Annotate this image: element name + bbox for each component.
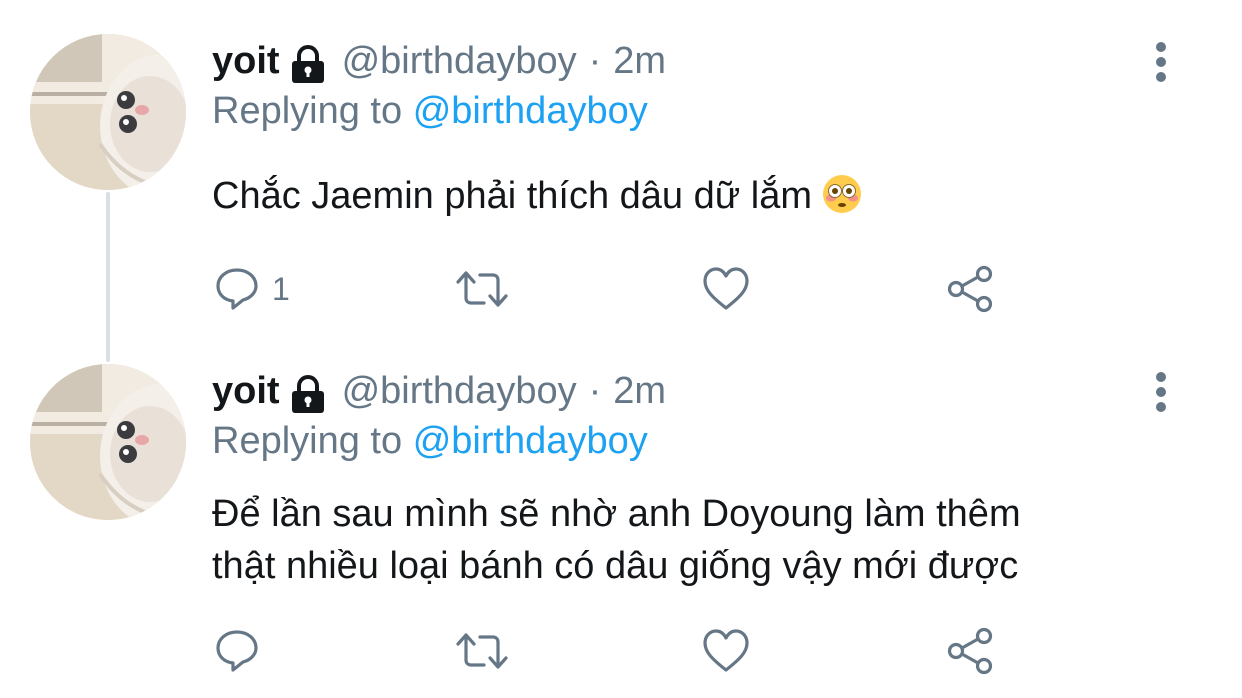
- share-icon: [947, 265, 993, 313]
- separator-dot: ·: [588, 370, 602, 412]
- like-button[interactable]: [702, 264, 750, 314]
- timestamp[interactable]: 2m: [613, 40, 666, 83]
- retweet-button[interactable]: [454, 626, 510, 676]
- avatar-cat-image: [30, 34, 186, 190]
- share-button[interactable]: [946, 626, 996, 676]
- like-icon: [703, 267, 749, 310]
- user-handle[interactable]: @birthdayboy: [342, 40, 577, 83]
- like-button[interactable]: [702, 626, 750, 676]
- tweet-text-content: Chắc Jaemin phải thích dâu dữ lắm: [212, 175, 812, 217]
- avatar-cat-image: [30, 364, 186, 520]
- tweet-text: Để lần sau mình sẽ nhờ anh Doyoung làm t…: [212, 488, 1202, 592]
- share-button[interactable]: [946, 264, 996, 314]
- thread-connector-line: [106, 192, 110, 362]
- like-icon: [703, 629, 749, 672]
- display-name[interactable]: yoit: [212, 40, 280, 83]
- replying-prefix: Replying to: [212, 420, 403, 462]
- replying-to-line: Replying to @birthdayboy: [212, 90, 648, 133]
- separator-dot: ·: [588, 40, 602, 82]
- avatar[interactable]: [30, 364, 186, 520]
- reply-button[interactable]: [214, 626, 260, 676]
- tweet-text: Chắc Jaemin phải thích dâu dữ lắm: [212, 170, 1202, 222]
- timestamp[interactable]: 2m: [613, 370, 666, 413]
- reply-mention-link[interactable]: @birthdayboy: [413, 420, 648, 462]
- flushed-face-emoji: [822, 174, 862, 214]
- tweet-text-line: thật nhiều loại bánh có dâu giống vậy mớ…: [212, 545, 1019, 587]
- lock-icon: [290, 375, 326, 415]
- tweet-text-line: Để lần sau mình sẽ nhờ anh Doyoung làm t…: [212, 493, 1021, 535]
- avatar[interactable]: [30, 34, 186, 190]
- retweet-button[interactable]: [454, 264, 510, 314]
- retweet-icon: [456, 633, 508, 669]
- tweet-header: yoit @birthdayboy · 2m: [212, 40, 666, 90]
- tweet-header: yoit @birthdayboy · 2m: [212, 370, 666, 420]
- user-handle[interactable]: @birthdayboy: [342, 370, 577, 413]
- more-icon[interactable]: [1148, 370, 1174, 414]
- tweet-actions: 1: [212, 264, 1012, 314]
- reply-count: 1: [272, 270, 290, 307]
- retweet-icon: [456, 271, 508, 307]
- reply-icon: [216, 630, 258, 672]
- replying-prefix: Replying to: [212, 90, 403, 132]
- display-name[interactable]: yoit: [212, 370, 280, 413]
- more-icon[interactable]: [1148, 40, 1174, 84]
- share-icon: [947, 627, 993, 675]
- reply-icon: [216, 268, 258, 310]
- replying-to-line: Replying to @birthdayboy: [212, 420, 648, 463]
- reply-button[interactable]: 1: [214, 264, 290, 314]
- reply-mention-link[interactable]: @birthdayboy: [413, 90, 648, 132]
- tweet-actions: [212, 626, 1012, 676]
- lock-icon: [290, 45, 326, 85]
